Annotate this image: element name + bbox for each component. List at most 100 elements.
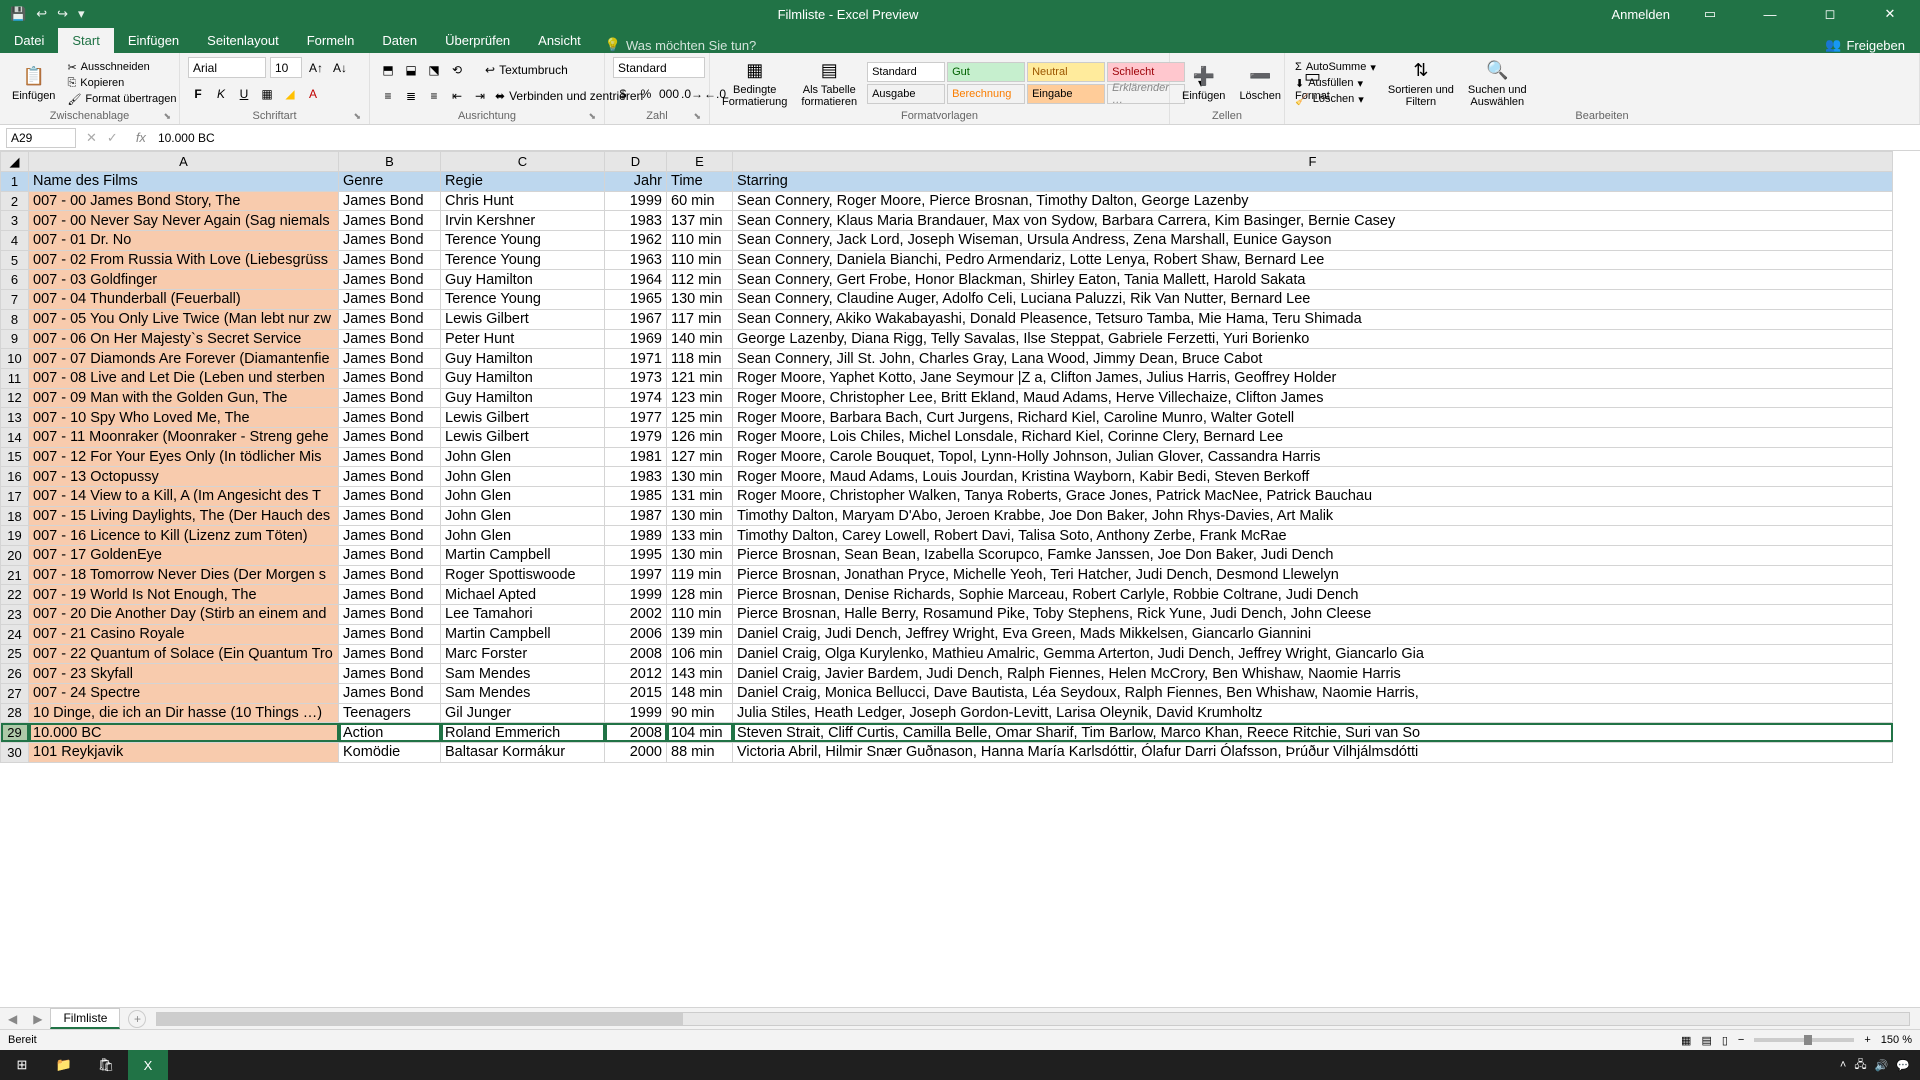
find-select-button[interactable]: 🔍Suchen und Auswählen [1464, 58, 1531, 108]
cell[interactable]: 130 min [667, 506, 733, 526]
cell[interactable]: 007 - 04 Thunderball (Feuerball) [29, 290, 339, 310]
cell[interactable]: Action [339, 723, 441, 743]
tab-view[interactable]: Ansicht [524, 28, 595, 53]
increase-font-icon[interactable]: A↑ [306, 58, 326, 78]
cell[interactable]: 1971 [605, 349, 667, 369]
italic-button[interactable]: K [211, 84, 231, 104]
cell[interactable]: Sam Mendes [441, 664, 605, 684]
col-header[interactable]: D [605, 152, 667, 172]
cell[interactable]: 1987 [605, 506, 667, 526]
cell[interactable]: 130 min [667, 290, 733, 310]
cell[interactable]: James Bond [339, 506, 441, 526]
cell[interactable]: Martin Campbell [441, 546, 605, 566]
col-header[interactable]: C [441, 152, 605, 172]
cell[interactable]: Sean Connery, Jack Lord, Joseph Wiseman,… [733, 231, 1893, 251]
cell[interactable]: James Bond [339, 467, 441, 487]
cell[interactable]: 007 - 13 Octopussy [29, 467, 339, 487]
cell[interactable]: Sean Connery, Jill St. John, Charles Gra… [733, 349, 1893, 369]
cell[interactable]: 2000 [605, 742, 667, 762]
sheet-nav-next-icon[interactable]: ▶ [25, 1012, 50, 1026]
align-bottom-icon[interactable]: ⬔ [424, 60, 444, 80]
cell[interactable]: Victoria Abril, Hilmir Snær Guðnason, Ha… [733, 742, 1893, 762]
cell[interactable]: Roger Moore, Carole Bouquet, Topol, Lynn… [733, 447, 1893, 467]
cell[interactable]: Michael Apted [441, 585, 605, 605]
cell[interactable]: 1963 [605, 250, 667, 270]
qat-customize-icon[interactable]: ▾ [78, 6, 85, 22]
cell[interactable]: Roger Moore, Maud Adams, Louis Jourdan, … [733, 467, 1893, 487]
col-header[interactable]: A [29, 152, 339, 172]
cell[interactable]: Komödie [339, 742, 441, 762]
cell[interactable]: John Glen [441, 506, 605, 526]
cell[interactable]: 1983 [605, 211, 667, 231]
number-format-select[interactable] [613, 57, 705, 78]
redo-icon[interactable]: ↪ [57, 6, 68, 22]
cell[interactable]: 007 - 12 For Your Eyes Only (In tödliche… [29, 447, 339, 467]
cell[interactable]: 119 min [667, 565, 733, 585]
cell[interactable]: Pierce Brosnan, Denise Richards, Sophie … [733, 585, 1893, 605]
cell[interactable]: Sean Connery, Klaus Maria Brandauer, Max… [733, 211, 1893, 231]
cell[interactable]: 007 - 20 Die Another Day (Stirb an einem… [29, 605, 339, 625]
cell[interactable]: 1989 [605, 526, 667, 546]
col-header[interactable]: F [733, 152, 1893, 172]
cell[interactable]: James Bond [339, 388, 441, 408]
cell[interactable]: James Bond [339, 191, 441, 211]
cell[interactable]: 2008 [605, 723, 667, 743]
cell[interactable]: James Bond [339, 290, 441, 310]
cell[interactable]: 1995 [605, 546, 667, 566]
row-header[interactable]: 18 [1, 506, 29, 526]
cell[interactable]: James Bond [339, 585, 441, 605]
cell[interactable]: 2002 [605, 605, 667, 625]
row-header[interactable]: 2 [1, 191, 29, 211]
close-icon[interactable]: ✕ [1870, 6, 1910, 22]
cell[interactable]: Roger Moore, Christopher Walken, Tanya R… [733, 487, 1893, 507]
horizontal-scrollbar[interactable] [156, 1012, 1910, 1026]
cell[interactable]: James Bond [339, 447, 441, 467]
tell-me[interactable]: 💡Was möchten Sie tun? [605, 37, 757, 53]
row-header[interactable]: 5 [1, 250, 29, 270]
cell[interactable]: Guy Hamilton [441, 388, 605, 408]
cell[interactable]: 007 - 16 Licence to Kill (Lizenz zum Töt… [29, 526, 339, 546]
currency-icon[interactable]: $ [613, 84, 633, 104]
zoom-level[interactable]: 150 % [1881, 1034, 1912, 1046]
cell[interactable]: 1997 [605, 565, 667, 585]
format-painter-button[interactable]: 🖌 Format übertragen [65, 92, 178, 107]
align-left-icon[interactable]: ≡ [378, 86, 398, 106]
cell[interactable]: 007 - 09 Man with the Golden Gun, The [29, 388, 339, 408]
cell[interactable]: 88 min [667, 742, 733, 762]
row-header[interactable]: 17 [1, 487, 29, 507]
cell[interactable]: Roger Moore, Lois Chiles, Michel Lonsdal… [733, 427, 1893, 447]
row-header[interactable]: 9 [1, 329, 29, 349]
maximize-icon[interactable]: ◻ [1810, 6, 1850, 22]
cell[interactable]: James Bond [339, 664, 441, 684]
cell[interactable]: Sean Connery, Claudine Auger, Adolfo Cel… [733, 290, 1893, 310]
row-header[interactable]: 23 [1, 605, 29, 625]
cancel-formula-icon[interactable]: ✕ [86, 130, 97, 146]
row-header[interactable]: 26 [1, 664, 29, 684]
zoom-out-icon[interactable]: − [1738, 1034, 1744, 1046]
cell[interactable]: 143 min [667, 664, 733, 684]
border-button[interactable]: ▦ [257, 84, 277, 104]
align-right-icon[interactable]: ≡ [424, 86, 444, 106]
cell[interactable]: James Bond [339, 683, 441, 703]
cell[interactable]: Martin Campbell [441, 624, 605, 644]
cell[interactable]: 2006 [605, 624, 667, 644]
cell[interactable]: 140 min [667, 329, 733, 349]
style-calc[interactable]: Berechnung [947, 84, 1025, 104]
cell[interactable]: Sean Connery, Akiko Wakabayashi, Donald … [733, 309, 1893, 329]
cell[interactable]: Sam Mendes [441, 683, 605, 703]
cell[interactable]: 121 min [667, 368, 733, 388]
cell[interactable]: Pierce Brosnan, Sean Bean, Izabella Scor… [733, 546, 1893, 566]
cell[interactable]: 007 - 19 World Is Not Enough, The [29, 585, 339, 605]
cell[interactable]: Terence Young [441, 290, 605, 310]
cell[interactable]: 90 min [667, 703, 733, 723]
cell[interactable]: 101 Reykjavik [29, 742, 339, 762]
cell[interactable]: 007 - 07 Diamonds Are Forever (Diamanten… [29, 349, 339, 369]
cell[interactable]: 007 - 00 James Bond Story, The [29, 191, 339, 211]
cell[interactable]: 007 - 02 From Russia With Love (Liebesgr… [29, 250, 339, 270]
increase-indent-icon[interactable]: ⇥ [470, 86, 490, 106]
cell[interactable]: 1964 [605, 270, 667, 290]
cell[interactable]: John Glen [441, 447, 605, 467]
tab-pagelayout[interactable]: Seitenlayout [193, 28, 293, 53]
undo-icon[interactable]: ↩ [36, 6, 47, 22]
row-header[interactable]: 11 [1, 368, 29, 388]
